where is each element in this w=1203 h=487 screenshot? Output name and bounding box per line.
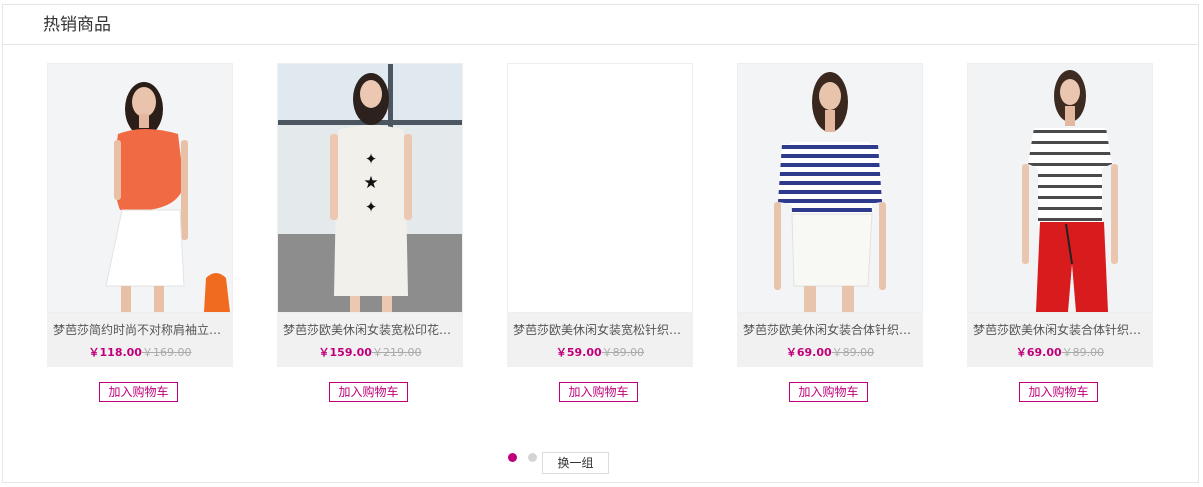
original-price: ￥219.00 [371, 346, 422, 359]
svg-text:★: ★ [363, 173, 378, 193]
product-image[interactable]: ✦ ★ ✦ [277, 63, 463, 313]
product-card: 梦芭莎简约时尚不对称肩袖立领上衣 ￥118.00￥169.00 [47, 63, 233, 367]
svg-text:✦: ✦ [365, 150, 378, 168]
svg-text:✦: ✦ [365, 198, 378, 216]
product-name[interactable]: 梦芭莎欧美休闲女装合体针织条纹衫 [743, 322, 915, 338]
current-price: ￥69.00 [1015, 346, 1062, 359]
product-card: ✦ ★ ✦ 梦芭莎欧美休闲女装宽松印花连衣裙 ￥159.00￥219.00 [277, 63, 463, 367]
add-to-cart-button[interactable]: 加入购物车 [329, 382, 408, 402]
add-to-cart-button[interactable]: 加入购物车 [559, 382, 638, 402]
product-info: 梦芭莎欧美休闲女装宽松印花连衣裙 ￥159.00￥219.00 [277, 313, 463, 367]
section-title: 热销商品 [43, 15, 111, 35]
original-price: ￥89.00 [1061, 346, 1105, 359]
product-name[interactable]: 梦芭莎欧美休闲女装宽松针织上衣 [513, 322, 685, 338]
add-to-cart-button[interactable]: 加入购物车 [99, 382, 178, 402]
current-price: ￥118.00 [88, 346, 142, 359]
product-image[interactable] [47, 63, 233, 313]
product-price-row: ￥159.00￥219.00 [277, 346, 463, 360]
product-card: 梦芭莎欧美休闲女装合体针织条纹衫 ￥69.00￥89.00 [737, 63, 923, 367]
add-to-cart-button[interactable]: 加入购物车 [1019, 382, 1098, 402]
product-card: 梦芭莎欧美休闲女装宽松针织上衣 ￥59.00￥89.00 [507, 63, 693, 367]
product-info: 梦芭莎欧美休闲女装宽松针织上衣 ￥59.00￥89.00 [507, 313, 693, 367]
current-price: ￥159.00 [318, 346, 372, 359]
product-info: 梦芭莎欧美休闲女装合体针织条纹衫 ￥69.00￥89.00 [967, 313, 1153, 367]
product-price-row: ￥69.00￥89.00 [737, 346, 923, 360]
product-name[interactable]: 梦芭莎简约时尚不对称肩袖立领上衣 [53, 322, 225, 338]
product-info: 梦芭莎欧美休闲女装合体针织条纹衫 ￥69.00￥89.00 [737, 313, 923, 367]
add-to-cart-button[interactable]: 加入购物车 [789, 382, 868, 402]
product-image[interactable] [737, 63, 923, 313]
swap-group-button[interactable]: 换一组 [542, 452, 609, 474]
page-dot[interactable] [528, 453, 537, 462]
product-card: 梦芭莎欧美休闲女装合体针织条纹衫 ￥69.00￥89.00 [967, 63, 1153, 367]
product-info: 梦芭莎简约时尚不对称肩袖立领上衣 ￥118.00￥169.00 [47, 313, 233, 367]
original-price: ￥89.00 [831, 346, 875, 359]
product-name[interactable]: 梦芭莎欧美休闲女装合体针织条纹衫 [973, 322, 1145, 338]
product-price-row: ￥118.00￥169.00 [47, 346, 233, 360]
product-price-row: ￥69.00￥89.00 [967, 346, 1153, 360]
panel-header: 热销商品 [3, 5, 1198, 45]
current-price: ￥69.00 [785, 346, 832, 359]
page-dot-active[interactable] [508, 453, 517, 462]
original-price: ￥89.00 [601, 346, 645, 359]
current-price: ￥59.00 [555, 346, 602, 359]
original-price: ￥169.00 [141, 346, 192, 359]
product-name[interactable]: 梦芭莎欧美休闲女装宽松印花连衣裙 [283, 322, 455, 338]
product-image[interactable] [507, 63, 693, 313]
product-price-row: ￥59.00￥89.00 [507, 346, 693, 360]
product-image[interactable] [967, 63, 1153, 313]
